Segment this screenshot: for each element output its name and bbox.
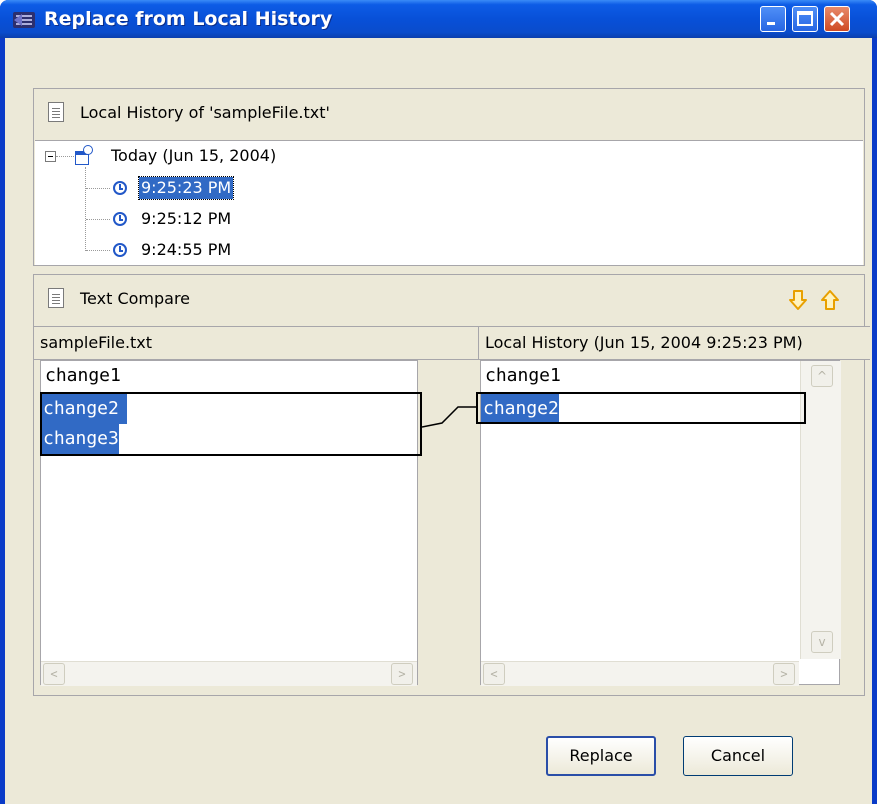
- left-horizontal-scrollbar[interactable]: < >: [41, 661, 417, 686]
- center-column-header: [418, 326, 479, 360]
- tree-group-today[interactable]: Today (Jun 15, 2004): [35, 145, 435, 167]
- history-entry-label: 9:25:23 PM: [137, 176, 235, 200]
- eclipse-icon: [13, 12, 35, 28]
- collapse-icon[interactable]: [45, 151, 56, 162]
- maximize-icon: [797, 11, 813, 26]
- minimize-button[interactable]: [760, 6, 786, 32]
- text-compare-title: Text Compare: [80, 289, 191, 308]
- tree-group-label: Today (Jun 15, 2004): [111, 146, 277, 165]
- scroll-up-button[interactable]: ^: [811, 365, 833, 387]
- scroll-down-button[interactable]: v: [811, 631, 833, 653]
- history-entry[interactable]: 9:25:12 PM: [35, 208, 435, 230]
- diff-connector-line: [422, 406, 478, 428]
- scroll-right-button[interactable]: >: [391, 663, 413, 685]
- history-tree[interactable]: Today (Jun 15, 2004) 9:25:23 PM 9:25:12 …: [35, 140, 863, 265]
- right-horizontal-scrollbar[interactable]: < >: [481, 661, 799, 686]
- dialog-body: Local History of 'sampleFile.txt' Today …: [5, 38, 872, 804]
- clock-icon: [113, 181, 127, 195]
- clock-icon: [113, 212, 127, 226]
- history-entry[interactable]: 9:24:55 PM: [35, 239, 435, 261]
- arrow-down-icon[interactable]: [788, 289, 808, 311]
- history-entry-label: 9:25:12 PM: [141, 209, 232, 228]
- tree-connector: [86, 188, 110, 190]
- local-history-header: Local History of 'sampleFile.txt': [34, 89, 864, 139]
- scroll-left-button[interactable]: <: [483, 663, 505, 685]
- cancel-button[interactable]: Cancel: [683, 736, 793, 776]
- close-button[interactable]: [824, 6, 850, 32]
- maximize-button[interactable]: [792, 6, 818, 32]
- text-compare-pane: Text Compare sampleFile.txt Local Histor…: [33, 274, 870, 696]
- left-column-header: sampleFile.txt: [34, 326, 424, 360]
- history-clock-icon: [83, 145, 93, 155]
- right-column-header: Local History (Jun 15, 2004 9:25:23 PM): [479, 326, 870, 360]
- window-title: Replace from Local History: [44, 8, 333, 30]
- document-icon: [48, 102, 64, 122]
- arrow-up-icon[interactable]: [820, 289, 840, 311]
- close-icon: [829, 11, 845, 27]
- scroll-right-button[interactable]: >: [773, 663, 795, 685]
- left-change-block: [40, 392, 422, 456]
- code-line: change1: [485, 365, 561, 386]
- title-bar[interactable]: Replace from Local History: [0, 0, 877, 38]
- history-entry[interactable]: 9:25:23 PM: [35, 176, 435, 200]
- local-history-pane: Local History of 'sampleFile.txt' Today …: [33, 88, 865, 266]
- replace-button[interactable]: Replace: [546, 736, 656, 776]
- history-entry-label: 9:24:55 PM: [141, 240, 232, 259]
- local-history-title: Local History of 'sampleFile.txt': [80, 103, 330, 122]
- code-line: change1: [45, 365, 121, 386]
- tree-connector: [56, 156, 74, 158]
- tree-connector: [86, 250, 110, 252]
- left-file-name: sampleFile.txt: [40, 333, 153, 352]
- right-file-name: Local History (Jun 15, 2004 9:25:23 PM): [485, 333, 803, 352]
- scroll-left-button[interactable]: <: [43, 663, 65, 685]
- document-icon: [48, 288, 64, 308]
- minimize-icon: [767, 22, 775, 25]
- clock-icon: [113, 243, 127, 257]
- right-vertical-scrollbar[interactable]: ^ v: [800, 361, 841, 659]
- tree-connector: [86, 219, 110, 221]
- replace-dialog: Replace from Local History Local History…: [0, 0, 877, 804]
- text-compare-header: Text Compare: [34, 275, 864, 325]
- right-change-block: [476, 392, 806, 424]
